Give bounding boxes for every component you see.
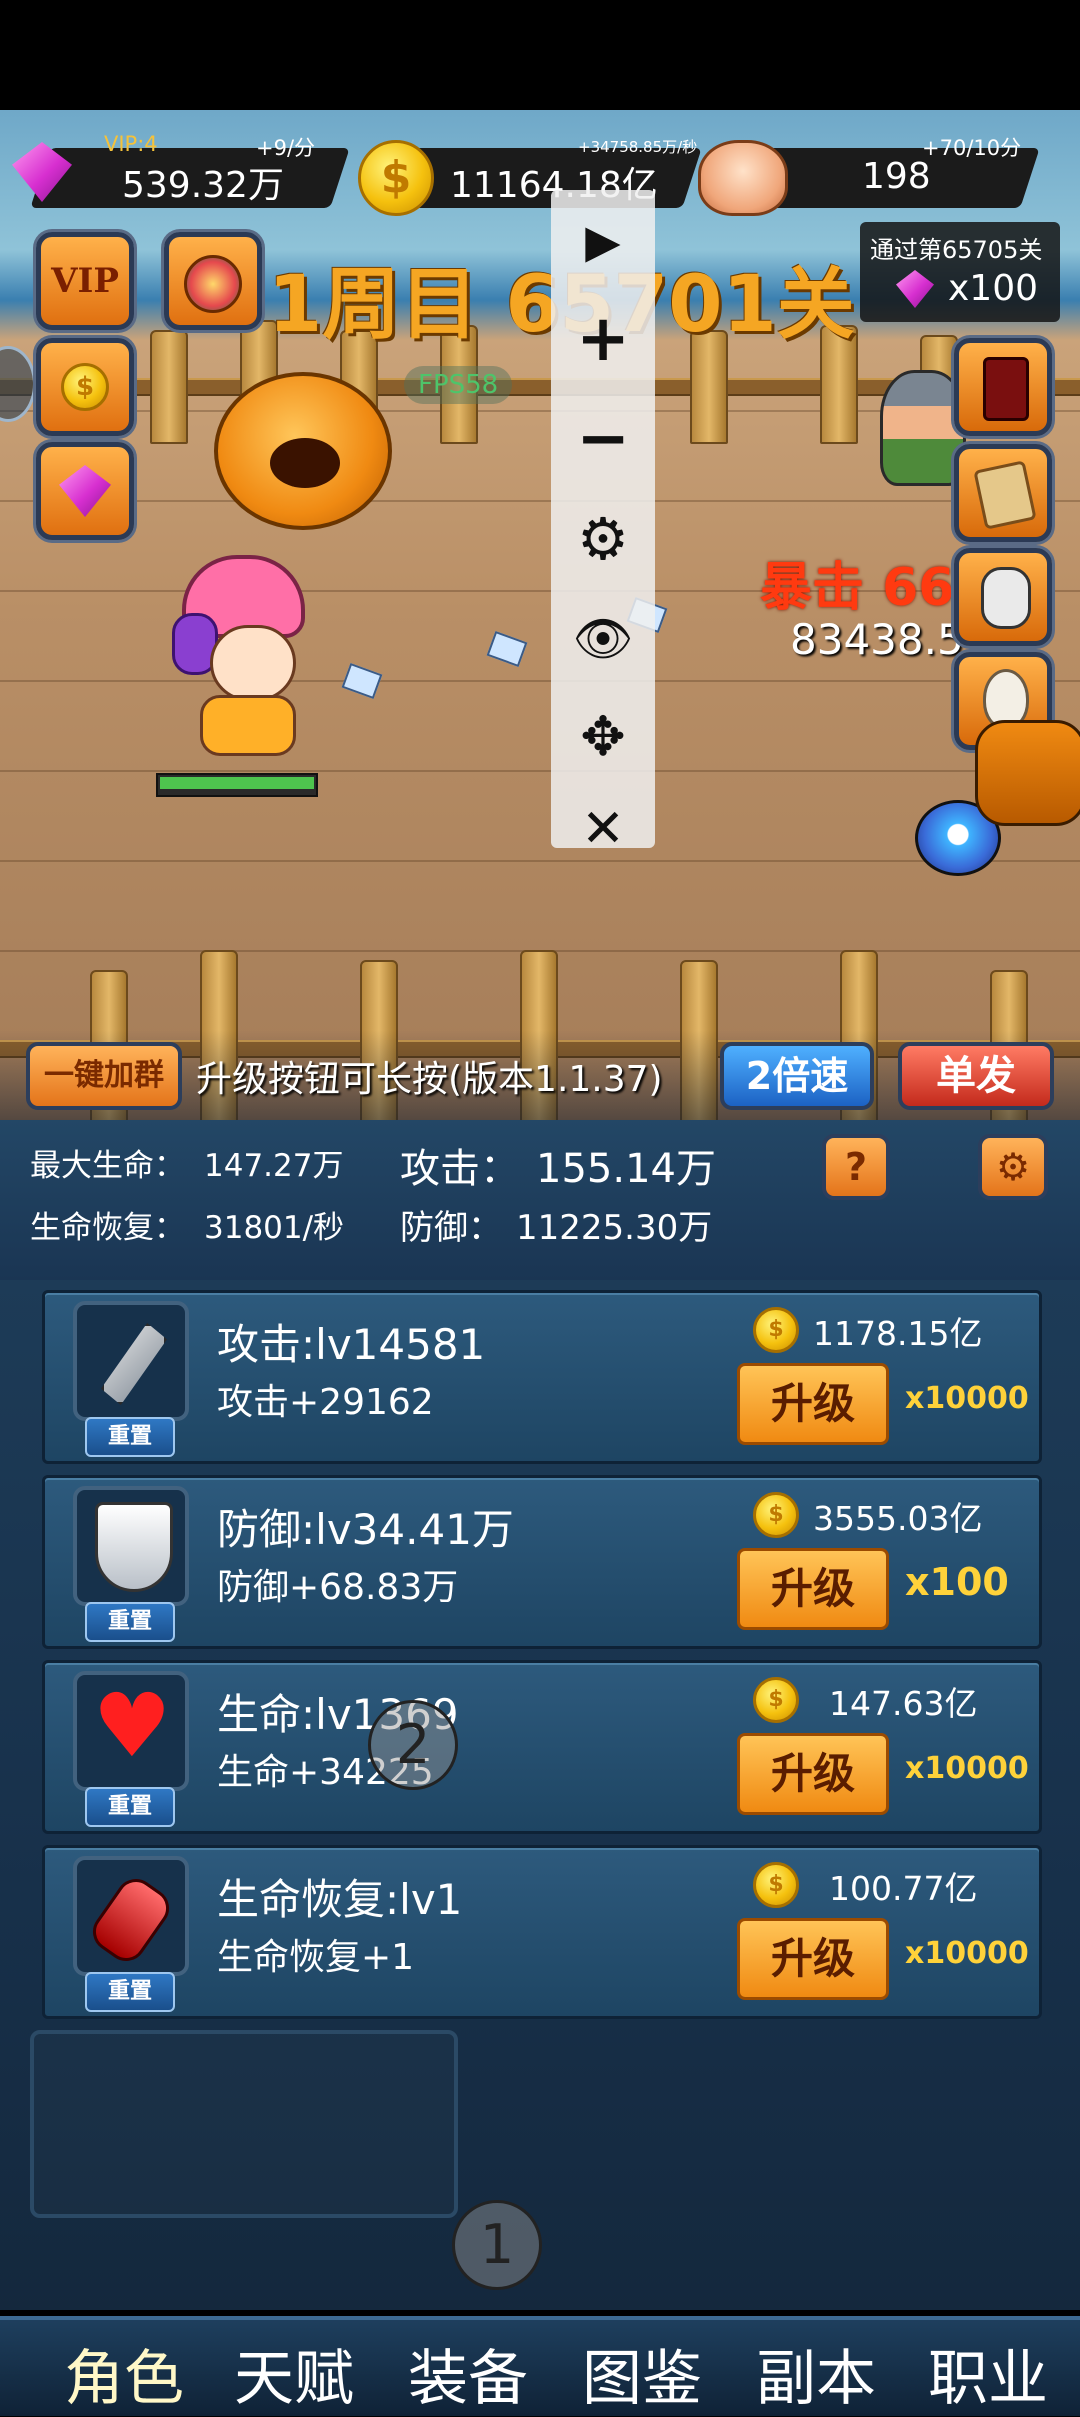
fps-counter: FPS58: [404, 366, 513, 404]
upgrade-card-hp: ♥ 重置 生命:lv1369 生命+34225 $ 147.63亿 升级 x10…: [42, 1660, 1042, 1834]
coin-rate: +34758.85万/秒: [578, 138, 698, 156]
gem-icon: [59, 465, 111, 517]
regen-label: 生命恢复：: [30, 1210, 185, 1246]
upgrade-title: 防御:lv34.41万: [217, 1505, 514, 1554]
upgrade-effect: 攻击+29162: [217, 1382, 434, 1423]
vip-button[interactable]: VIP: [36, 232, 134, 330]
coin-icon: $: [753, 1677, 799, 1723]
regen-value: 31801/秒: [204, 1210, 345, 1246]
upgrade-list[interactable]: 重置 攻击:lv14581 攻击+29162 $ 1178.15亿 升级 x10…: [0, 1280, 1080, 2310]
nav-class[interactable]: 职业: [928, 2330, 1048, 2417]
upgrade-cost: 100.77亿: [829, 1869, 978, 1908]
tarot-cards-icon: [973, 460, 1037, 530]
single-shot-button[interactable]: 单发: [898, 1042, 1054, 1110]
tarot-button[interactable]: [954, 444, 1052, 542]
player-hp-bar: [156, 773, 318, 797]
status-bar-area: [0, 0, 1080, 110]
reset-button[interactable]: 重置: [85, 1972, 175, 2012]
upgrade-multiplier[interactable]: x10000: [905, 1936, 1029, 1971]
gem-amount: 539.32万: [122, 165, 284, 206]
coin-shop-button[interactable]: $: [36, 338, 134, 436]
skull-rate: +70/10分: [922, 136, 1022, 160]
stage-reward-label: 通过第65705关: [870, 236, 1043, 264]
coin-icon: $: [753, 1862, 799, 1908]
upgrade-button[interactable]: 升级: [737, 1918, 889, 2000]
medal-icon: [184, 255, 242, 313]
shield-icon: [73, 1486, 189, 1606]
upgrade-button[interactable]: 升级: [737, 1733, 889, 1815]
upgrade-cost: 3555.03亿: [813, 1499, 983, 1538]
vip-level: VIP:4: [104, 132, 158, 156]
hide-eye-icon[interactable]: 👁: [551, 594, 655, 684]
skull-icon: [698, 140, 788, 216]
achievement-button[interactable]: [164, 232, 262, 330]
upgrade-card-defense: 重置 防御:lv34.41万 防御+68.83万 $ 3555.03亿 升级 x…: [42, 1475, 1042, 1649]
nav-talent[interactable]: 天赋: [234, 2330, 354, 2417]
upgrade-button[interactable]: 升级: [737, 1363, 889, 1445]
coin-icon: $: [358, 140, 434, 216]
touch-marker: 2: [368, 1700, 458, 1790]
nav-equipment[interactable]: 装备: [408, 2330, 528, 2417]
max-hp-value: 147.27万: [204, 1148, 344, 1184]
touch-marker: 1: [452, 2200, 542, 2290]
reset-button[interactable]: 重置: [85, 1417, 175, 1457]
card-deck-button[interactable]: [954, 338, 1052, 436]
robot-pet-button[interactable]: [954, 548, 1052, 646]
settings-icon[interactable]: ⚙: [551, 494, 655, 584]
stage-title: 1周目 65701关: [268, 260, 855, 350]
upgrade-cost: 147.63亿: [829, 1684, 978, 1723]
skull-amount: 198: [862, 156, 931, 197]
upgrade-effect: 生命恢复+1: [217, 1937, 415, 1978]
reset-button[interactable]: 重置: [85, 1787, 175, 1827]
notice-text: 升级按钮可长按(版本1.1.37): [196, 1059, 663, 1100]
floating-toolbar: ▶ + − ⚙ 👁 ✥ ✕: [551, 190, 655, 859]
help-button[interactable]: ?: [822, 1134, 890, 1200]
nav-codex[interactable]: 图鉴: [582, 2330, 702, 2417]
coin-icon: $: [753, 1307, 799, 1353]
nav-role[interactable]: 角色: [64, 2330, 184, 2417]
upgrade-card-regen: 重置 生命恢复:lv1 生命恢复+1 $ 100.77亿 升级 x10000: [42, 1845, 1042, 2019]
upgrade-title: 生命恢复:lv1: [217, 1875, 463, 1924]
attack-label: 攻击：: [400, 1146, 520, 1192]
upgrade-effect: 防御+68.83万: [217, 1567, 459, 1608]
speed-button[interactable]: 2倍速: [720, 1042, 874, 1110]
coin-icon: $: [61, 363, 109, 411]
dagger-icon: [73, 1301, 189, 1421]
upgrade-button[interactable]: 升级: [737, 1548, 889, 1630]
defense-label: 防御：: [400, 1208, 502, 1248]
max-hp-label: 最大生命：: [30, 1148, 185, 1184]
coin-icon: $: [753, 1492, 799, 1538]
heart-icon: ♥: [73, 1671, 189, 1791]
close-icon[interactable]: ✕: [551, 784, 655, 874]
attack-value: 155.14万: [536, 1146, 716, 1192]
play-icon[interactable]: ▶: [551, 196, 655, 286]
upgrade-cost: 1178.15亿: [813, 1314, 983, 1353]
stats-panel: 最大生命： 147.27万 攻击： 155.14万 生命恢复： 31801/秒 …: [0, 1120, 1080, 1280]
upgrade-multiplier[interactable]: x100: [905, 1560, 1009, 1604]
robot-icon: [981, 567, 1031, 629]
potion-icon: [73, 1856, 189, 1976]
machine-frame: [30, 2030, 458, 2218]
upgrade-multiplier[interactable]: x10000: [905, 1751, 1029, 1786]
join-group-button[interactable]: 一键加群: [26, 1042, 182, 1110]
defense-value: 11225.30万: [516, 1208, 713, 1248]
card-icon: [983, 357, 1029, 421]
upgrade-multiplier[interactable]: x10000: [905, 1381, 1029, 1416]
move-icon[interactable]: ✥: [551, 692, 655, 782]
stage-reward-amount: x100: [948, 268, 1039, 309]
upgrade-title: 攻击:lv14581: [217, 1320, 486, 1369]
minus-icon[interactable]: −: [551, 394, 655, 484]
pumpkin-monster: [214, 372, 392, 530]
player-character: [172, 555, 307, 756]
gem-shop-button[interactable]: [36, 442, 134, 540]
reset-button[interactable]: 重置: [85, 1602, 175, 1642]
nav-dungeon[interactable]: 副本: [756, 2330, 876, 2417]
upgrade-card-attack: 重置 攻击:lv14581 攻击+29162 $ 1178.15亿 升级 x10…: [42, 1290, 1042, 1464]
beast-enemy: [975, 720, 1080, 826]
gear-icon: ⚙: [995, 1145, 1031, 1189]
settings-button[interactable]: ⚙: [978, 1134, 1048, 1200]
vip-label: VIP: [51, 261, 119, 301]
plus-icon[interactable]: +: [551, 294, 655, 384]
